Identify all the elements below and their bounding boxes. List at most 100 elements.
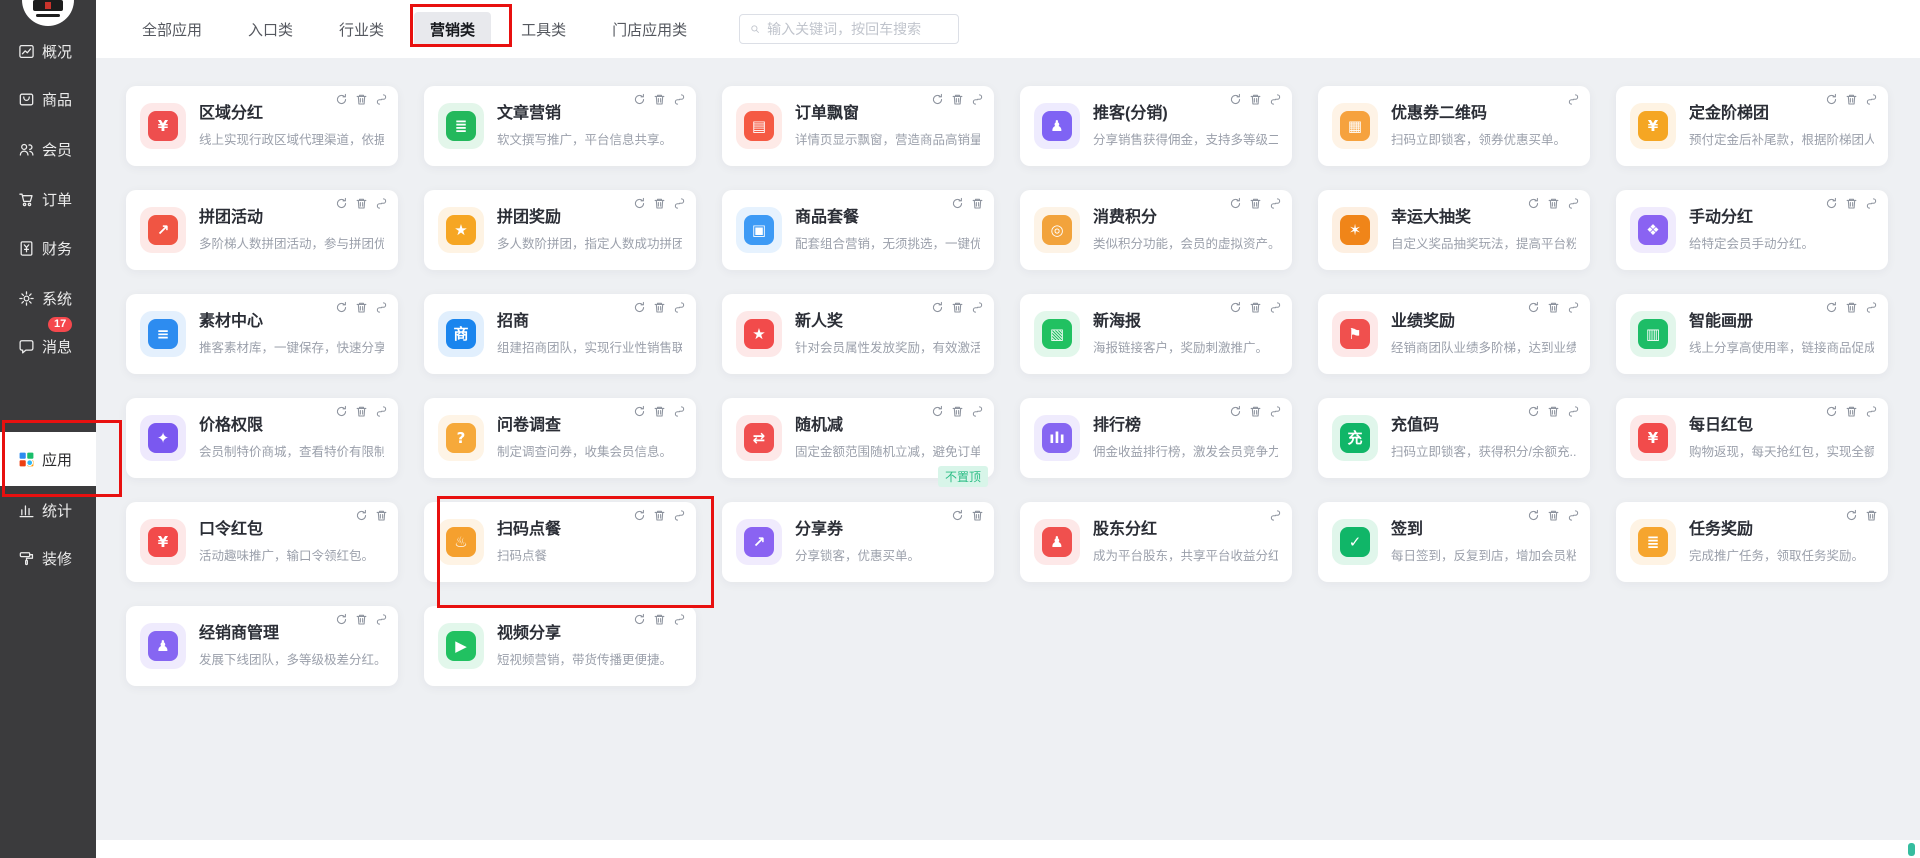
link-icon[interactable] [375,197,388,210]
card-deposit-ladder-group[interactable]: ¥ 定金阶梯团 预付定金后补尾款，根据阶梯团人... [1616,86,1888,166]
delete-icon[interactable] [951,93,964,106]
tab-5[interactable]: 门店应用类 [596,12,703,47]
card-task-reward[interactable]: ≣ 任务奖励 完成推广任务，领取任务奖励。 [1616,502,1888,582]
card-performance-reward[interactable]: ⚑ 业绩奖励 经销商团队业绩多阶梯，达到业绩... [1318,294,1590,374]
tab-2[interactable]: 行业类 [323,12,400,47]
link-icon[interactable] [1865,93,1878,106]
delete-icon[interactable] [971,197,984,210]
sync-icon[interactable] [1229,197,1242,210]
card-video-share[interactable]: ▶ 视频分享 短视频营销，带货传播更便捷。 [424,606,696,686]
tab-3[interactable]: 营销类 [414,12,491,47]
sidebar-item-finance[interactable]: 财务 [0,226,96,270]
delete-icon[interactable] [653,405,666,418]
sync-icon[interactable] [931,405,944,418]
tab-4[interactable]: 工具类 [505,12,582,47]
tab-0[interactable]: 全部应用 [126,12,218,47]
link-icon[interactable] [971,405,984,418]
card-distribution[interactable]: ♟ 推客(分销) 分享销售获得佣金，支持多等级二... [1020,86,1292,166]
delete-icon[interactable] [653,197,666,210]
sidebar-item-design[interactable]: 装修 [0,536,96,580]
link-icon[interactable] [673,509,686,522]
delete-icon[interactable] [653,301,666,314]
card-scan-order-food[interactable]: ♨ 扫码点餐 扫码点餐 [424,502,696,582]
card-share-coupon[interactable]: ↗ 分享券 分享锁客，优惠买单。 [722,502,994,582]
link-icon[interactable] [673,613,686,626]
delete-icon[interactable] [355,301,368,314]
sync-icon[interactable] [1229,405,1242,418]
link-icon[interactable] [375,301,388,314]
link-icon[interactable] [1865,197,1878,210]
sync-icon[interactable] [355,509,368,522]
delete-icon[interactable] [1249,405,1262,418]
sidebar-item-overview[interactable]: 概况 [0,29,96,73]
delete-icon[interactable] [1547,405,1560,418]
sync-icon[interactable] [1825,301,1838,314]
delete-icon[interactable] [1845,197,1858,210]
sync-icon[interactable] [335,613,348,626]
delete-icon[interactable] [1249,93,1262,106]
scrollbar-thumb[interactable] [1908,843,1915,856]
delete-icon[interactable] [355,197,368,210]
link-icon[interactable] [1269,405,1282,418]
delete-icon[interactable] [951,405,964,418]
sync-icon[interactable] [335,197,348,210]
delete-icon[interactable] [355,613,368,626]
logo[interactable] [22,0,74,26]
link-icon[interactable] [1865,405,1878,418]
card-password-red-packet[interactable]: ¥ 口令红包 活动趣味推广，输口令领红包。 [126,502,398,582]
delete-icon[interactable] [1865,509,1878,522]
link-icon[interactable] [1269,93,1282,106]
link-icon[interactable] [1269,197,1282,210]
link-icon[interactable] [1567,301,1580,314]
sync-icon[interactable] [1527,509,1540,522]
card-price-permission[interactable]: ✦ 价格权限 会员制特价商城，查看特价有限制。 [126,398,398,478]
card-manual-dividend[interactable]: ❖ 手动分红 给特定会员手动分红。 [1616,190,1888,270]
card-lucky-draw[interactable]: ✶ 幸运大抽奖 自定义奖品抽奖玩法，提高平台粉... [1318,190,1590,270]
sync-icon[interactable] [1527,405,1540,418]
card-dealer-management[interactable]: ♟ 经销商管理 发展下线团队，多等级极差分红。 [126,606,398,686]
card-smart-album[interactable]: ▥ 智能画册 线上分享高使用率，链接商品促成... [1616,294,1888,374]
sync-icon[interactable] [951,509,964,522]
link-icon[interactable] [375,405,388,418]
sync-icon[interactable] [1229,301,1242,314]
card-article-marketing[interactable]: ≣ 文章营销 软文撰写推广，平台信息共享。 [424,86,696,166]
card-daily-red-packet[interactable]: ¥ 每日红包 购物返现，每天抢红包，实现全额... [1616,398,1888,478]
link-icon[interactable] [1567,405,1580,418]
sidebar-item-members[interactable]: 会员 [0,127,96,171]
sync-icon[interactable] [1527,301,1540,314]
sidebar-item-messages[interactable]: 消息 17 [0,324,96,368]
card-check-in[interactable]: ✓ 签到 每日签到，反复到店，增加会员粘... [1318,502,1590,582]
link-icon[interactable] [673,405,686,418]
link-icon[interactable] [1269,301,1282,314]
delete-icon[interactable] [1547,509,1560,522]
sidebar-item-orders[interactable]: 订单 [0,177,96,221]
card-newcomer-reward[interactable]: ★ 新人奖 针对会员属性发放奖励，有效激活... [722,294,994,374]
card-region-dividend[interactable]: ¥ 区域分红 线上实现行政区域代理渠道，依据... [126,86,398,166]
card-merchant-recruit[interactable]: 商 招商 组建招商团队，实现行业性销售联... [424,294,696,374]
sync-icon[interactable] [1527,197,1540,210]
card-group-buy-activity[interactable]: ↗ 拼团活动 多阶梯人数拼团活动，参与拼团优... [126,190,398,270]
sync-icon[interactable] [335,301,348,314]
link-icon[interactable] [673,93,686,106]
sync-icon[interactable] [335,405,348,418]
sync-icon[interactable] [633,613,646,626]
delete-icon[interactable] [1845,93,1858,106]
delete-icon[interactable] [1845,301,1858,314]
sync-icon[interactable] [1229,93,1242,106]
sync-icon[interactable] [1825,93,1838,106]
card-group-buy-reward[interactable]: ★ 拼团奖励 多人数阶拼团，指定人数成功拼团。 [424,190,696,270]
card-consume-points[interactable]: ◎ 消费积分 类似积分功能，会员的虚拟资产。 [1020,190,1292,270]
sync-icon[interactable] [1825,197,1838,210]
delete-icon[interactable] [1547,301,1560,314]
link-icon[interactable] [375,613,388,626]
sidebar-item-goods[interactable]: 商品 [0,77,96,121]
card-random-discount[interactable]: ⇄ 随机减 固定金额范围随机立减，避免订单... 不置顶 [722,398,994,478]
delete-icon[interactable] [1547,197,1560,210]
sync-icon[interactable] [1825,405,1838,418]
link-icon[interactable] [971,301,984,314]
link-icon[interactable] [375,93,388,106]
link-icon[interactable] [1865,301,1878,314]
card-product-package[interactable]: ▣ 商品套餐 配套组合营销，无须挑选，一键优... [722,190,994,270]
card-coupon-qrcode[interactable]: ▦ 优惠券二维码 扫码立即锁客，领券优惠买单。 [1318,86,1590,166]
card-new-poster[interactable]: ▧ 新海报 海报链接客户，奖励刺激推广。 [1020,294,1292,374]
